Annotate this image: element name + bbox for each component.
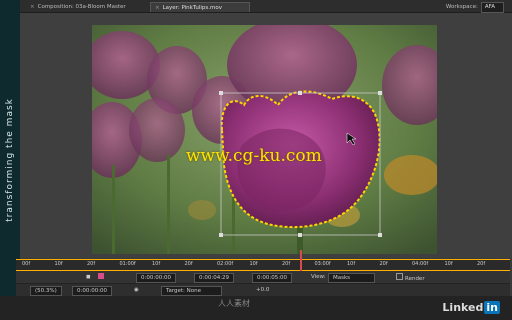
- footage-frame[interactable]: [92, 25, 437, 254]
- linkedin-logo: Linked in: [442, 301, 500, 314]
- transform-handle[interactable]: [378, 91, 382, 95]
- camera-icon[interactable]: ◉: [134, 286, 139, 294]
- tab-composition[interactable]: × Composition: 03a-Bloom Master: [26, 2, 144, 12]
- timeline-tick-label: 20f: [282, 261, 291, 267]
- duration-field[interactable]: 0:00:05:00: [252, 273, 293, 283]
- timeline-tick-label: 04:00f: [412, 261, 429, 267]
- watermark-text: www.cg-ku.com: [186, 146, 322, 166]
- timeline-tick-label: 03:00f: [314, 261, 331, 267]
- workspace-select[interactable]: AFA: [480, 2, 504, 13]
- transform-handle[interactable]: [219, 91, 223, 95]
- zoom-select[interactable]: (50.3%): [30, 286, 62, 296]
- transform-handle[interactable]: [298, 91, 302, 95]
- timeline-tick-label: 10f: [444, 261, 453, 267]
- bottom-bar: [0, 296, 512, 320]
- view-label: View:: [311, 274, 326, 280]
- timeline-tick-label: 01:00f: [119, 261, 136, 267]
- exposure-value[interactable]: +0.0: [256, 286, 269, 294]
- timeline-tick-label: 10f: [249, 261, 258, 267]
- view-select[interactable]: Masks: [328, 273, 376, 283]
- timeline-ruler[interactable]: 00f 10f 20f 01:00f 10f 20f 02:00f 10f 20f 03:00f 1…: [16, 259, 510, 271]
- timeline-tick-label: 20f: [87, 261, 96, 267]
- viewer-controls: ◼ 0:00:00:00 0:00:04:29 0:00:05:00 View:…: [16, 271, 510, 284]
- playhead-indicator[interactable]: [300, 250, 302, 272]
- snapshot-icon[interactable]: ◼: [86, 273, 91, 281]
- sidebar-title: transforming the mask: [5, 98, 15, 222]
- timeline-tick-label: 20f: [379, 261, 388, 267]
- timeline-tick-label: 10f: [347, 261, 356, 267]
- timecode-field[interactable]: 0:00:00:00: [72, 286, 113, 296]
- timeline-tick-label: 10f: [54, 261, 63, 267]
- transform-handle[interactable]: [378, 233, 382, 237]
- time-end-field[interactable]: 0:00:04:29: [194, 273, 235, 283]
- color-swatch[interactable]: [98, 273, 104, 282]
- timeline-tick-label: 20f: [477, 261, 486, 267]
- timeline-tick-label: 02:00f: [217, 261, 234, 267]
- tab-label: Composition: 03a-Bloom Master: [37, 4, 126, 10]
- time-start-field[interactable]: 0:00:00:00: [136, 273, 177, 283]
- timeline-tick-label: 00f: [22, 261, 31, 267]
- panel-tab-bar: × Composition: 03a-Bloom Master × Layer: P…: [20, 0, 512, 13]
- transform-handle[interactable]: [219, 233, 223, 237]
- workspace-switcher[interactable]: Workspace: AFA: [446, 2, 504, 13]
- transform-handle[interactable]: [298, 233, 302, 237]
- render-checkbox[interactable]: Render: [396, 273, 425, 283]
- close-icon[interactable]: ×: [155, 5, 160, 11]
- tulip-footage-image: [92, 25, 437, 254]
- watermark-logo: 人人素材: [218, 299, 250, 308]
- timeline-tick-label: 10f: [152, 261, 161, 267]
- tab-label: Layer: PinkTulips.mov: [162, 5, 222, 11]
- workspace-label: Workspace:: [445, 4, 478, 10]
- timeline-tick-label: 20f: [184, 261, 193, 267]
- tab-layer[interactable]: × Layer: PinkTulips.mov: [150, 2, 250, 12]
- viewer-controls-secondary: (50.3%) 0:00:00:00 ◉ Target: None +0.0: [16, 284, 510, 296]
- target-select[interactable]: Target: None: [161, 286, 222, 296]
- close-icon[interactable]: ×: [30, 4, 35, 10]
